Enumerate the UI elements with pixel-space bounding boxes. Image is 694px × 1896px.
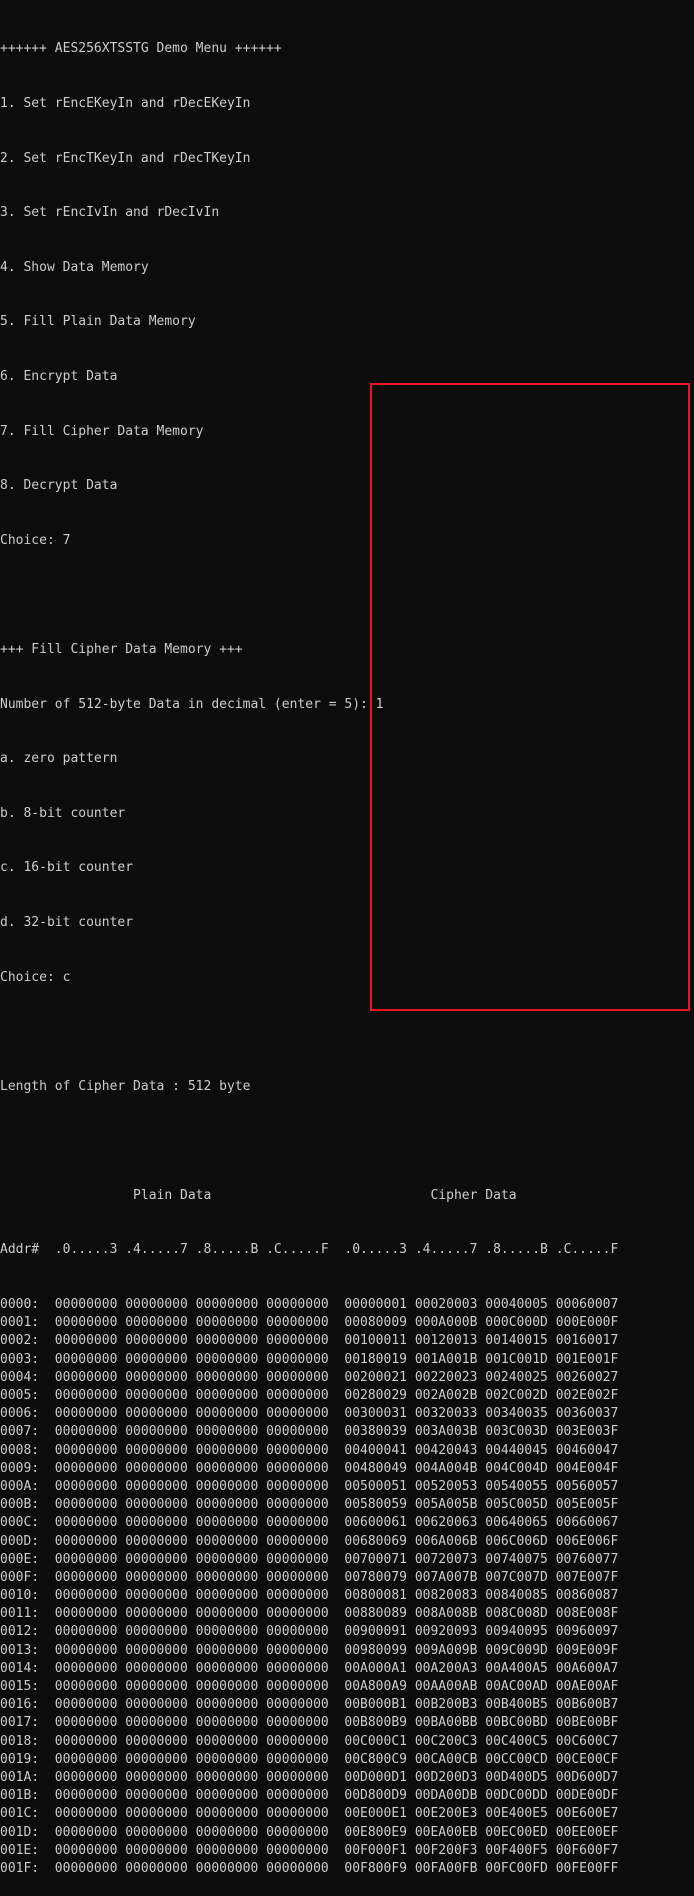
menu-item-7: 7. Fill Cipher Data Memory — [0, 423, 204, 439]
table-row: 0017: 00000000 00000000 00000000 0000000… — [0, 1715, 619, 1731]
table-row: 000A: 00000000 00000000 00000000 0000000… — [0, 1478, 619, 1494]
table-row: 000F: 00000000 00000000 00000000 0000000… — [0, 1569, 619, 1585]
fill-option-c: c. 16-bit counter — [0, 860, 134, 876]
menu-item-3: 3. Set rEncIvIn and rDecIvIn — [0, 205, 220, 221]
table-row: 0006: 00000000 00000000 00000000 0000000… — [0, 1406, 619, 1422]
table-row: 000C: 00000000 00000000 00000000 0000000… — [0, 1515, 619, 1531]
table-row: 0002: 00000000 00000000 00000000 0000000… — [0, 1333, 619, 1349]
data-rows: 0000: 00000000 00000000 00000000 0000000… — [0, 1296, 694, 1878]
table-row: 001C: 00000000 00000000 00000000 0000000… — [0, 1806, 619, 1822]
table-row: 001B: 00000000 00000000 00000000 0000000… — [0, 1788, 619, 1804]
table-row: 0005: 00000000 00000000 00000000 0000000… — [0, 1388, 619, 1403]
fill-option-a: a. zero pattern — [0, 751, 118, 767]
menu-choice: Choice: 7 — [0, 532, 71, 548]
menu-item-4: 4. Show Data Memory — [0, 259, 149, 275]
table-row: 001F: 00000000 00000000 00000000 0000000… — [0, 1860, 619, 1876]
table-row: 0000: 00000000 00000000 00000000 0000000… — [0, 1297, 619, 1313]
menu-title: ++++++ AES256XTSSTG Demo Menu ++++++ — [0, 41, 282, 57]
table-row: 001D: 00000000 00000000 00000000 0000000… — [0, 1824, 619, 1840]
table-header: Addr# .0.....3 .4.....7 .8.....B .C.....… — [0, 1242, 619, 1258]
fill-choice: Choice: c — [0, 969, 71, 985]
table-row: 001A: 00000000 00000000 00000000 0000000… — [0, 1769, 619, 1785]
fill-option-d: d. 32-bit counter — [0, 914, 134, 930]
table-row: 0003: 00000000 00000000 00000000 0000000… — [0, 1351, 619, 1367]
table-row: 0018: 00000000 00000000 00000000 0000000… — [0, 1733, 619, 1749]
table-row: 0015: 00000000 00000000 00000000 0000000… — [0, 1679, 619, 1694]
table-row: 0004: 00000000 00000000 00000000 0000000… — [0, 1369, 619, 1385]
table-row: 0009: 00000000 00000000 00000000 0000000… — [0, 1460, 619, 1476]
table-row: 000D: 00000000 00000000 00000000 0000000… — [0, 1533, 619, 1549]
table-row: 0016: 00000000 00000000 00000000 0000000… — [0, 1697, 619, 1713]
table-row: 0007: 00000000 00000000 00000000 0000000… — [0, 1424, 619, 1440]
menu-item-8: 8. Decrypt Data — [0, 478, 118, 494]
cipher-length: Length of Cipher Data : 512 byte — [0, 1078, 251, 1094]
table-row: 0019: 00000000 00000000 00000000 0000000… — [0, 1751, 619, 1767]
table-row: 000E: 00000000 00000000 00000000 0000000… — [0, 1551, 619, 1567]
fill-option-b: b. 8-bit counter — [0, 805, 126, 821]
fill-title: +++ Fill Cipher Data Memory +++ — [0, 641, 243, 657]
table-row: 0011: 00000000 00000000 00000000 0000000… — [0, 1606, 619, 1622]
table-row: 0013: 00000000 00000000 00000000 0000000… — [0, 1642, 619, 1658]
menu-item-2: 2. Set rEncTKeyIn and rDecTKeyIn — [0, 150, 251, 166]
terminal-output[interactable]: ++++++ AES256XTSSTG Demo Menu ++++++ 1. … — [0, 4, 694, 1896]
menu-item-5: 5. Fill Plain Data Memory — [0, 314, 196, 330]
fill-prompt: Number of 512-byte Data in decimal (ente… — [0, 696, 384, 712]
menu-item-1: 1. Set rEncEKeyIn and rDecEKeyIn — [0, 96, 251, 111]
table-row: 0001: 00000000 00000000 00000000 0000000… — [0, 1315, 619, 1331]
table-row: 001E: 00000000 00000000 00000000 0000000… — [0, 1842, 619, 1858]
menu-item-6: 6. Encrypt Data — [0, 368, 118, 384]
table-row: 0012: 00000000 00000000 00000000 0000000… — [0, 1624, 619, 1640]
table-row: 0010: 00000000 00000000 00000000 0000000… — [0, 1588, 619, 1604]
table-row: 0008: 00000000 00000000 00000000 0000000… — [0, 1442, 619, 1458]
table-row: 0014: 00000000 00000000 00000000 0000000… — [0, 1660, 619, 1676]
table-title: Plain Data Cipher Data — [0, 1187, 517, 1203]
table-row: 000B: 00000000 00000000 00000000 0000000… — [0, 1497, 619, 1513]
